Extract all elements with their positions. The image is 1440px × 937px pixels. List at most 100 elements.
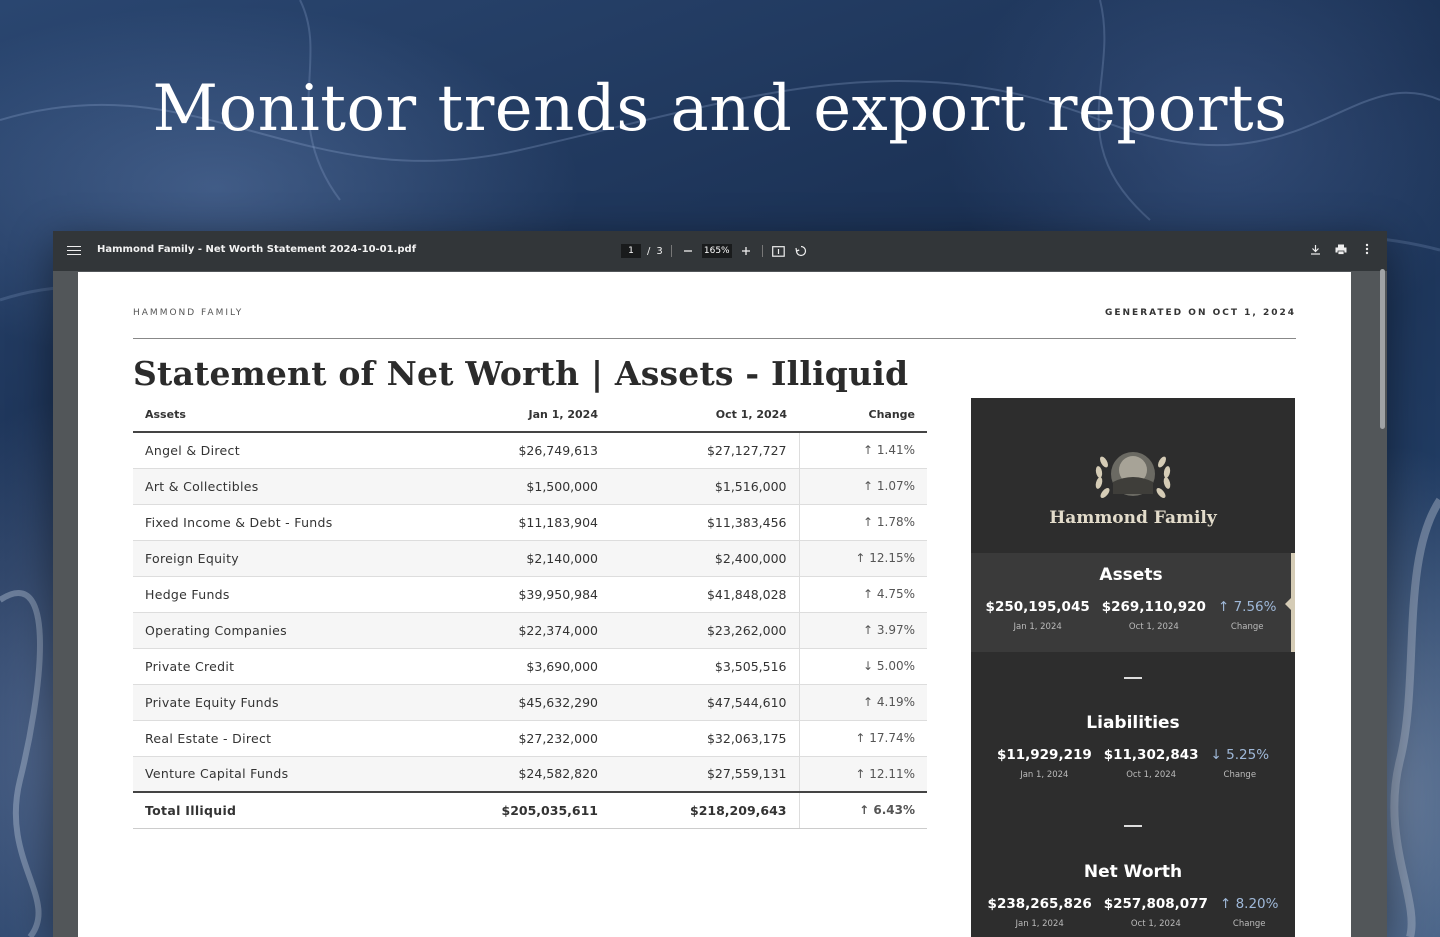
col-assets: Assets <box>133 398 383 433</box>
zoom-out-icon[interactable] <box>680 243 696 259</box>
summary-section-net-worth: Net Worth $238,265,826 Jan 1, 2024 $257,808… <box>971 850 1295 937</box>
trend-arrow-icon: ↑ <box>1217 599 1230 615</box>
change-value: 4.75% <box>876 587 915 601</box>
pdf-page: HAMMOND FAMILY GENERATED ON OCT 1, 2024 … <box>78 272 1351 937</box>
oct-value: $23,262,000 <box>610 612 799 649</box>
jan-value: $45,632,290 <box>383 684 610 721</box>
family-name: Hammond Family <box>1049 508 1217 528</box>
asset-name: Operating Companies <box>133 612 383 649</box>
total-jan: $205,035,611 <box>383 791 610 829</box>
trend-arrow-icon: ↑ <box>855 731 866 745</box>
jan-label: Jan 1, 2024 <box>1013 622 1062 632</box>
change-value: 12.11% <box>869 766 915 781</box>
table-row: Hedge Funds $39,950,984 $41,848,028 ↑ 4.75% <box>133 576 927 613</box>
zoom-in-icon[interactable] <box>738 243 754 259</box>
asset-name: Art & Collectibles <box>133 468 383 505</box>
asset-name: Angel & Direct <box>133 432 383 469</box>
more-icon[interactable] <box>1359 241 1375 257</box>
jan-total: $238,265,826 <box>987 896 1092 912</box>
section-divider <box>1124 825 1142 827</box>
asset-name: Hedge Funds <box>133 576 383 613</box>
table-row: Private Equity Funds $45,632,290 $47,544,6… <box>133 684 927 721</box>
active-pointer <box>1285 596 1293 612</box>
jan-value: $39,950,984 <box>383 576 610 613</box>
fit-page-icon[interactable] <box>771 243 787 259</box>
rotate-icon[interactable] <box>793 243 809 259</box>
jan-total: $250,195,045 <box>985 599 1090 615</box>
section-title: Net Worth <box>1083 862 1183 882</box>
page-number-input[interactable]: 1 <box>621 244 641 258</box>
trend-arrow-icon: ↑ <box>862 695 874 709</box>
change-value: 3.97% <box>876 623 915 637</box>
oct-value: $1,516,000 <box>610 468 799 505</box>
jan-label: Jan 1, 2024 <box>1015 919 1064 929</box>
pdf-toolbar: Hammond Family - Net Worth Statement 202… <box>53 231 1387 271</box>
change-value: 1.78% <box>876 515 915 529</box>
change-cell: ↑ 4.75% <box>798 576 927 613</box>
asset-name: Venture Capital Funds <box>133 756 383 793</box>
oct-total: $269,110,920 <box>1101 599 1206 615</box>
summary-section-liabilities: Liabilities $11,929,219 Jan 1, 2024 $11,302… <box>971 701 1295 800</box>
oct-total: $257,808,077 <box>1103 896 1208 912</box>
change-value: 12.15% <box>869 551 915 565</box>
trend-arrow-icon: ↑ <box>862 587 874 601</box>
scrollbar-thumb[interactable] <box>1380 269 1385 429</box>
change-cell: ↑ 12.15% <box>798 540 927 577</box>
asset-name: Foreign Equity <box>133 540 383 577</box>
jan-total: $11,929,219 <box>996 747 1092 763</box>
jan-value: $11,183,904 <box>383 504 610 541</box>
trend-arrow-icon: ↑ <box>862 443 874 458</box>
change-cell: ↑ 12.11% <box>798 756 927 793</box>
jan-value: $1,500,000 <box>383 468 610 505</box>
page-separator: / <box>647 245 651 257</box>
table-row: Art & Collectibles $1,500,000 $1,516,000 ↑ … <box>133 468 927 505</box>
jan-value: $3,690,000 <box>383 648 610 685</box>
table-row: Operating Companies $22,374,000 $23,262,00… <box>133 612 927 649</box>
trend-arrow-icon: ↑ <box>855 551 866 565</box>
change-label: Change <box>1223 770 1257 780</box>
change-cell: ↑ 3.97% <box>798 612 927 649</box>
asset-name: Fixed Income & Debt - Funds <box>133 504 383 541</box>
section-divider <box>1124 677 1142 679</box>
change-cell: ↑ 1.07% <box>798 468 927 505</box>
change-value: 1.41% <box>876 443 915 458</box>
page-controls: 1 / 3 165% <box>621 241 809 261</box>
trend-arrow-icon: ↓ <box>862 659 874 673</box>
total-oct: $218,209,643 <box>610 791 799 829</box>
change-cell: ↑ 4.19% <box>798 684 927 721</box>
zoom-input[interactable]: 165% <box>701 244 732 258</box>
change-total: 8.20% <box>1235 896 1279 912</box>
table-row: Private Credit $3,690,000 $3,505,516 ↓ 5.00… <box>133 648 927 685</box>
oct-value: $32,063,175 <box>610 720 799 757</box>
change-cell: ↓ 5.00% <box>798 648 927 685</box>
jan-value: $27,232,000 <box>383 720 610 757</box>
total-change-cell: ↑ 6.43% <box>798 791 927 829</box>
download-icon[interactable] <box>1307 241 1323 257</box>
table-row: Foreign Equity $2,140,000 $2,400,000 ↑ 12.1… <box>133 540 927 577</box>
header-rule <box>133 338 1296 339</box>
section-title: Assets <box>1099 565 1163 585</box>
doc-header: HAMMOND FAMILY GENERATED ON OCT 1, 2024 <box>133 308 1296 318</box>
print-icon[interactable] <box>1333 241 1349 257</box>
table-row: Real Estate - Direct $27,232,000 $32,063,1… <box>133 720 927 757</box>
asset-name: Real Estate - Direct <box>133 720 383 757</box>
assets-table: Assets Jan 1, 2024 Oct 1, 2024 Change An… <box>133 398 927 829</box>
statement-title: Statement of Net Worth | Assets - Illiqu… <box>133 354 909 393</box>
family-crest-logo <box>1095 452 1171 498</box>
oct-label: Oct 1, 2024 <box>1130 919 1181 929</box>
trend-arrow-icon: ↑ <box>862 479 874 493</box>
oct-value: $2,400,000 <box>610 540 799 577</box>
trend-arrow-icon: ↑ <box>1219 896 1232 912</box>
total-label: Total Illiquid <box>133 791 383 829</box>
section-title: Liabilities <box>1086 713 1180 733</box>
col-oct: Oct 1, 2024 <box>610 398 799 433</box>
oct-label: Oct 1, 2024 <box>1128 622 1179 632</box>
summary-section-assets[interactable]: Assets $250,195,045 Jan 1, 2024 $269,110,92… <box>971 553 1295 652</box>
menu-icon[interactable] <box>67 243 81 257</box>
change-cell: ↑ 17.74% <box>798 720 927 757</box>
table-header-row: Assets Jan 1, 2024 Oct 1, 2024 Change <box>133 398 927 433</box>
oct-value: $3,505,516 <box>610 648 799 685</box>
asset-name: Private Credit <box>133 648 383 685</box>
trend-arrow-icon: ↓ <box>1210 747 1222 763</box>
col-change: Change <box>799 398 927 433</box>
